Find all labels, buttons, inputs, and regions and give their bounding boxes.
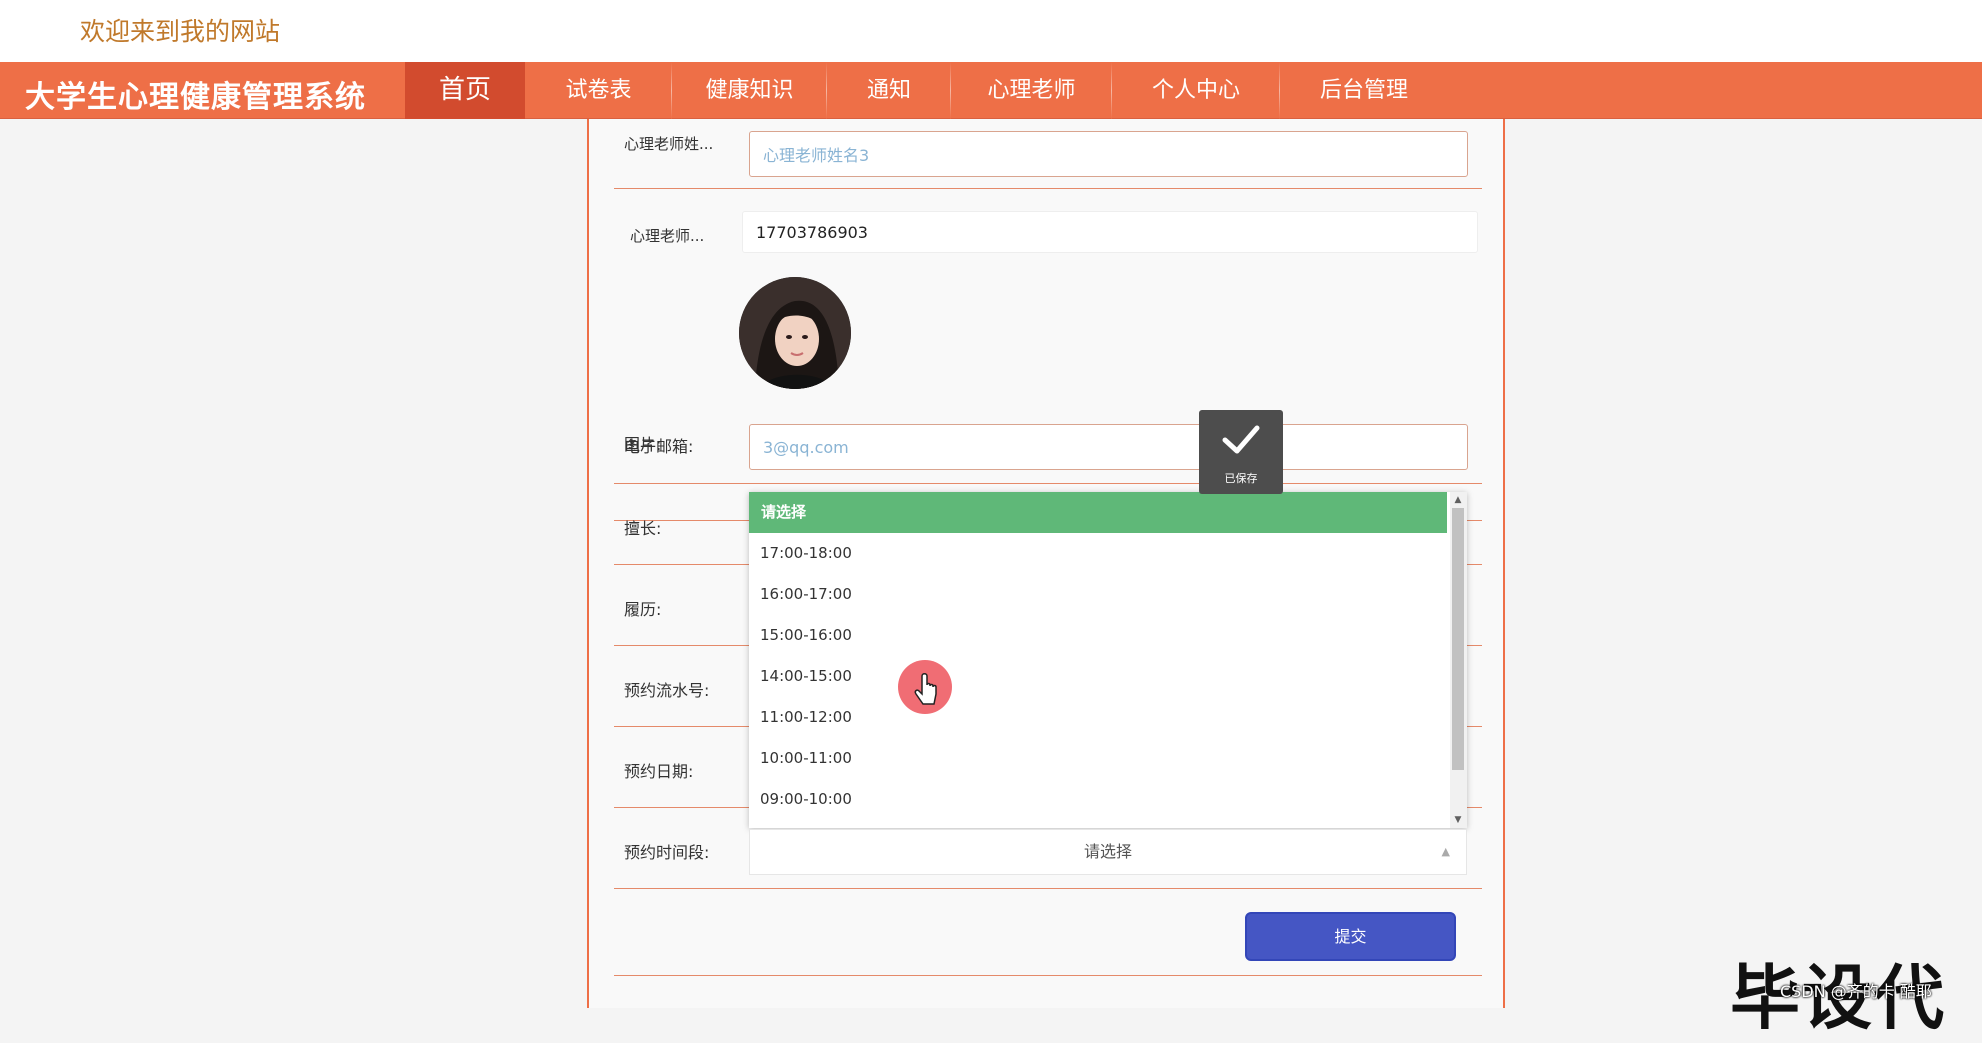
form-row-email: 电子邮箱: 3@qq.com	[614, 404, 1482, 484]
dropdown-option[interactable]: 16:00-17:00	[749, 574, 1447, 615]
teacher-phone-input[interactable]: 17703786903	[742, 211, 1478, 253]
nav-item-admin[interactable]: 后台管理	[1280, 62, 1448, 119]
dropdown-option-placeholder[interactable]: 请选择	[749, 492, 1447, 533]
scroll-up-arrow-icon[interactable]: ▲	[1452, 494, 1464, 506]
nav-item-exam[interactable]: 试卷表	[525, 62, 672, 119]
dropdown-option[interactable]: 14:00-15:00	[749, 656, 1447, 697]
dropdown-option[interactable]: 17:00-18:00	[749, 533, 1447, 574]
form-row-teacher-phone: 心理老师... 17703786903	[614, 189, 1482, 299]
main-nav: 大学生心理健康管理系统 首页 试卷表 健康知识 通知 心理老师 个人中心 后台管…	[0, 62, 1982, 119]
time-slot-label: 预约时间段:	[624, 843, 710, 862]
site-brand[interactable]: 大学生心理健康管理系统	[25, 72, 366, 116]
email-input[interactable]: 3@qq.com	[749, 424, 1468, 470]
teacher-name-label: 心理老师姓...	[624, 135, 714, 153]
nav-item-personal-center[interactable]: 个人中心	[1112, 62, 1280, 119]
saved-toast: 已保存	[1199, 410, 1283, 494]
email-label: 电子邮箱:	[624, 437, 694, 456]
hand-pointer-icon	[914, 673, 937, 705]
nav-item-teacher[interactable]: 心理老师	[951, 62, 1112, 119]
watermark-csdn-text: CSDN @齐的卡 酷耶	[1780, 982, 1932, 1001]
toast-text: 已保存	[1224, 472, 1258, 485]
teacher-name-input[interactable]: 心理老师姓名3	[749, 131, 1468, 177]
scroll-down-arrow-icon[interactable]: ▼	[1452, 814, 1464, 826]
date-label: 预约日期:	[624, 762, 694, 781]
resume-label: 履历:	[624, 600, 662, 619]
teacher-phone-label: 心理老师...	[630, 227, 705, 245]
serial-label: 预约流水号:	[624, 681, 710, 700]
time-slot-select[interactable]: 请选择 ▲	[749, 829, 1467, 875]
cursor-highlight	[898, 660, 952, 714]
caret-up-icon: ▲	[1441, 845, 1450, 858]
submit-button[interactable]: 提交	[1245, 912, 1456, 961]
nav-item-home[interactable]: 首页	[405, 62, 525, 119]
specialty-label: 擅长:	[624, 519, 662, 538]
avatar-image-icon	[739, 277, 851, 389]
dropdown-option[interactable]: 09:00-10:00	[749, 779, 1447, 820]
dropdown-option[interactable]: 11:00-12:00	[749, 697, 1447, 738]
form-row-teacher-name: 心理老师姓... 心理老师姓名3	[614, 119, 1482, 189]
dropdown-scroll-thumb[interactable]	[1452, 508, 1464, 770]
time-slot-dropdown-list: 请选择 17:00-18:00 16:00-17:00 15:00-16:00 …	[749, 492, 1467, 828]
top-bar: 欢迎来到我的网站	[0, 0, 1982, 62]
checkmark-icon	[1222, 425, 1260, 454]
nav-item-notice[interactable]: 通知	[827, 62, 951, 119]
nav-item-health-knowledge[interactable]: 健康知识	[672, 62, 827, 119]
teacher-avatar[interactable]	[739, 277, 851, 389]
dropdown-option[interactable]: 10:00-11:00	[749, 738, 1447, 779]
time-slot-selected-value: 请选择	[1083, 842, 1132, 861]
dropdown-option[interactable]: 15:00-16:00	[749, 615, 1447, 656]
welcome-text: 欢迎来到我的网站	[80, 17, 281, 46]
